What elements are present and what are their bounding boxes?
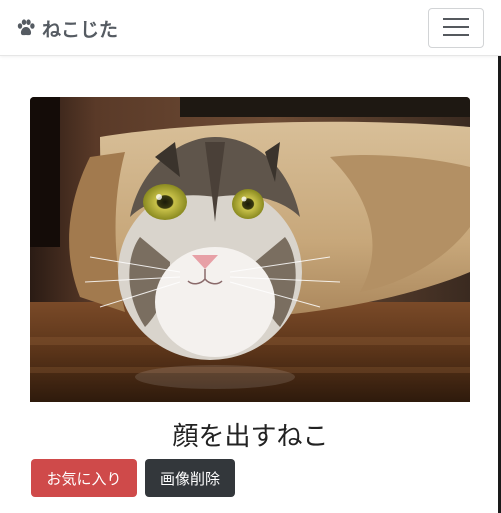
- post-title: 顔を出すねこ: [172, 422, 329, 452]
- hamburger-menu-icon: [443, 17, 469, 40]
- delete-image-button[interactable]: 画像削除: [145, 459, 235, 497]
- paw-icon: [16, 18, 36, 38]
- favorite-button[interactable]: お気に入り: [31, 459, 137, 497]
- navbar-toggle-button[interactable]: [428, 8, 484, 48]
- brand-label: ねこじた: [42, 18, 119, 41]
- navbar: ねこじた: [0, 0, 501, 56]
- cat-photo: [30, 97, 470, 402]
- brand-link[interactable]: ねこじた: [16, 14, 118, 42]
